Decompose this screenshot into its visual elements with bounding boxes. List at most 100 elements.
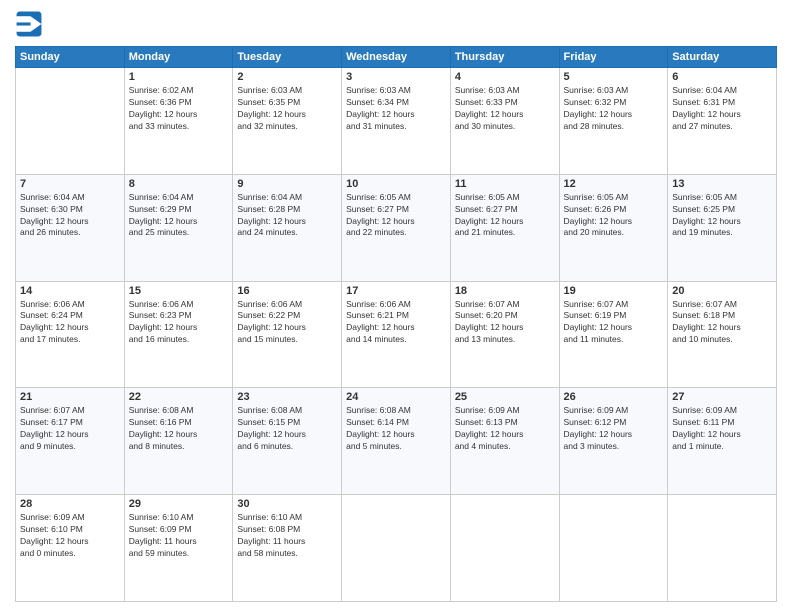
logo-icon [15, 10, 43, 38]
calendar-cell: 6Sunrise: 6:04 AMSunset: 6:31 PMDaylight… [668, 68, 777, 175]
day-number: 8 [129, 178, 229, 190]
calendar-cell: 29 Sunrise: 6:10 AMSunset: 6:09 PMDayligh… [124, 495, 233, 602]
day-number: 17 [346, 285, 446, 297]
calendar-cell: 13 Sunrise: 6:05 AMSunset: 6:25 PMDayligh… [668, 174, 777, 281]
day-number: 19 [564, 285, 664, 297]
day-header-friday: Friday [559, 47, 668, 68]
day-number: 26 [564, 391, 664, 403]
calendar-cell: 15Sunrise: 6:06 AMSunset: 6:23 PMDayligh… [124, 281, 233, 388]
day-number: 22 [129, 391, 229, 403]
calendar-cell: 18 Sunrise: 6:07 AMSunset: 6:20 PMDayligh… [450, 281, 559, 388]
page: SundayMondayTuesdayWednesdayThursdayFrid… [0, 0, 792, 612]
day-number: 21 [20, 391, 120, 403]
day-number: 9 [237, 178, 337, 190]
day-info: Sunrise: 6:07 AMSunset: 6:20 PMDaylight:… [455, 299, 555, 347]
day-header-tuesday: Tuesday [233, 47, 342, 68]
day-number: 14 [20, 285, 120, 297]
day-number: 4 [455, 71, 555, 83]
calendar-cell: 25 Sunrise: 6:09 AMSunset: 6:13 PMDayligh… [450, 388, 559, 495]
day-info: Sunrise: 6:04 AMSunset: 6:28 PMDaylight:… [237, 192, 337, 240]
day-header-sunday: Sunday [16, 47, 125, 68]
day-info: Sunrise: 6:03 AMSunset: 6:35 PMDaylight:… [237, 85, 337, 133]
day-number: 25 [455, 391, 555, 403]
calendar-cell: 4 Sunrise: 6:03 AMSunset: 6:33 PMDaylight… [450, 68, 559, 175]
calendar-cell [16, 68, 125, 175]
calendar-cell: 9 Sunrise: 6:04 AMSunset: 6:28 PMDaylight… [233, 174, 342, 281]
day-header-monday: Monday [124, 47, 233, 68]
calendar-week-2: 7 Sunrise: 6:04 AMSunset: 6:30 PMDaylight… [16, 174, 777, 281]
day-info: Sunrise: 6:05 AMSunset: 6:26 PMDaylight:… [564, 192, 664, 240]
calendar-cell: 17 Sunrise: 6:06 AMSunset: 6:21 PMDayligh… [342, 281, 451, 388]
calendar-cell: 27 Sunrise: 6:09 AMSunset: 6:11 PMDayligh… [668, 388, 777, 495]
day-info: Sunrise: 6:05 AMSunset: 6:27 PMDaylight:… [346, 192, 446, 240]
calendar-week-4: 21Sunrise: 6:07 AMSunset: 6:17 PMDayligh… [16, 388, 777, 495]
day-info: Sunrise: 6:07 AMSunset: 6:18 PMDaylight:… [672, 299, 772, 347]
calendar-week-5: 28 Sunrise: 6:09 AMSunset: 6:10 PMDayligh… [16, 495, 777, 602]
day-number: 18 [455, 285, 555, 297]
calendar-cell: 14 Sunrise: 6:06 AMSunset: 6:24 PMDayligh… [16, 281, 125, 388]
day-info: Sunrise: 6:05 AMSunset: 6:25 PMDaylight:… [672, 192, 772, 240]
calendar-cell: 28 Sunrise: 6:09 AMSunset: 6:10 PMDayligh… [16, 495, 125, 602]
day-info: Sunrise: 6:09 AMSunset: 6:11 PMDaylight:… [672, 405, 772, 453]
day-number: 29 [129, 498, 229, 510]
header-row: SundayMondayTuesdayWednesdayThursdayFrid… [16, 47, 777, 68]
calendar-cell [668, 495, 777, 602]
day-info: Sunrise: 6:10 AMSunset: 6:08 PMDaylight:… [237, 512, 337, 560]
calendar-cell: 10 Sunrise: 6:05 AMSunset: 6:27 PMDayligh… [342, 174, 451, 281]
calendar-cell: 19Sunrise: 6:07 AMSunset: 6:19 PMDayligh… [559, 281, 668, 388]
day-header-thursday: Thursday [450, 47, 559, 68]
day-info: Sunrise: 6:06 AMSunset: 6:23 PMDaylight:… [129, 299, 229, 347]
calendar-week-1: 1 Sunrise: 6:02 AMSunset: 6:36 PMDaylight… [16, 68, 777, 175]
day-info: Sunrise: 6:08 AMSunset: 6:16 PMDaylight:… [129, 405, 229, 453]
day-info: Sunrise: 6:06 AMSunset: 6:21 PMDaylight:… [346, 299, 446, 347]
day-number: 16 [237, 285, 337, 297]
day-header-saturday: Saturday [668, 47, 777, 68]
logo [15, 10, 47, 38]
day-info: Sunrise: 6:08 AMSunset: 6:15 PMDaylight:… [237, 405, 337, 453]
calendar-cell [450, 495, 559, 602]
day-info: Sunrise: 6:09 AMSunset: 6:13 PMDaylight:… [455, 405, 555, 453]
day-number: 23 [237, 391, 337, 403]
day-info: Sunrise: 6:09 AMSunset: 6:10 PMDaylight:… [20, 512, 120, 560]
calendar-cell [559, 495, 668, 602]
calendar-cell: 5Sunrise: 6:03 AMSunset: 6:32 PMDaylight… [559, 68, 668, 175]
day-info: Sunrise: 6:09 AMSunset: 6:12 PMDaylight:… [564, 405, 664, 453]
day-info: Sunrise: 6:08 AMSunset: 6:14 PMDaylight:… [346, 405, 446, 453]
day-number: 12 [564, 178, 664, 190]
calendar-cell: 11 Sunrise: 6:05 AMSunset: 6:27 PMDayligh… [450, 174, 559, 281]
calendar-week-3: 14 Sunrise: 6:06 AMSunset: 6:24 PMDayligh… [16, 281, 777, 388]
day-number: 1 [129, 71, 229, 83]
day-info: Sunrise: 6:10 AMSunset: 6:09 PMDaylight:… [129, 512, 229, 560]
day-info: Sunrise: 6:03 AMSunset: 6:33 PMDaylight:… [455, 85, 555, 133]
day-number: 6 [672, 71, 772, 83]
calendar-cell: 2 Sunrise: 6:03 AMSunset: 6:35 PMDaylight… [233, 68, 342, 175]
day-info: Sunrise: 6:02 AMSunset: 6:36 PMDaylight:… [129, 85, 229, 133]
day-number: 30 [237, 498, 337, 510]
day-info: Sunrise: 6:06 AMSunset: 6:22 PMDaylight:… [237, 299, 337, 347]
day-number: 7 [20, 178, 120, 190]
day-number: 2 [237, 71, 337, 83]
calendar-cell: 24 Sunrise: 6:08 AMSunset: 6:14 PMDayligh… [342, 388, 451, 495]
day-number: 20 [672, 285, 772, 297]
calendar-cell: 16 Sunrise: 6:06 AMSunset: 6:22 PMDayligh… [233, 281, 342, 388]
day-number: 10 [346, 178, 446, 190]
calendar-cell: 30 Sunrise: 6:10 AMSunset: 6:08 PMDayligh… [233, 495, 342, 602]
calendar-table: SundayMondayTuesdayWednesdayThursdayFrid… [15, 46, 777, 602]
calendar-cell: 23 Sunrise: 6:08 AMSunset: 6:15 PMDayligh… [233, 388, 342, 495]
day-info: Sunrise: 6:05 AMSunset: 6:27 PMDaylight:… [455, 192, 555, 240]
day-info: Sunrise: 6:04 AMSunset: 6:30 PMDaylight:… [20, 192, 120, 240]
day-number: 27 [672, 391, 772, 403]
calendar-cell: 21Sunrise: 6:07 AMSunset: 6:17 PMDayligh… [16, 388, 125, 495]
day-number: 24 [346, 391, 446, 403]
day-info: Sunrise: 6:04 AMSunset: 6:29 PMDaylight:… [129, 192, 229, 240]
day-number: 13 [672, 178, 772, 190]
day-number: 11 [455, 178, 555, 190]
header [15, 10, 777, 38]
calendar-cell [342, 495, 451, 602]
calendar-cell: 7 Sunrise: 6:04 AMSunset: 6:30 PMDaylight… [16, 174, 125, 281]
calendar-cell: 22 Sunrise: 6:08 AMSunset: 6:16 PMDayligh… [124, 388, 233, 495]
day-info: Sunrise: 6:06 AMSunset: 6:24 PMDaylight:… [20, 299, 120, 347]
day-number: 28 [20, 498, 120, 510]
day-header-wednesday: Wednesday [342, 47, 451, 68]
calendar-cell: 20 Sunrise: 6:07 AMSunset: 6:18 PMDayligh… [668, 281, 777, 388]
